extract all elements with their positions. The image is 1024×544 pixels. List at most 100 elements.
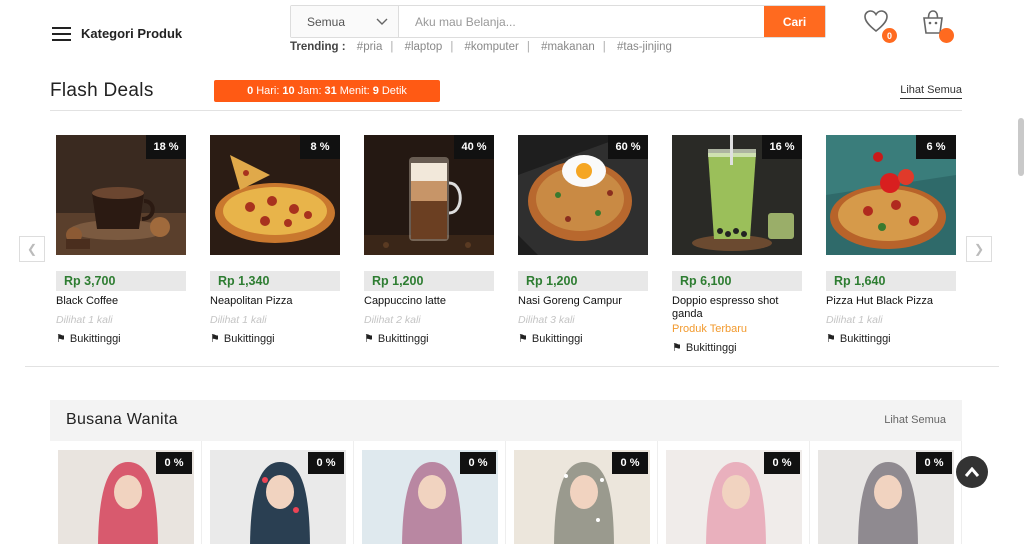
new-product-tag: Produk Terbaru (672, 323, 748, 335)
product-price: Rp 3,700 (56, 271, 186, 291)
wishlist-count-badge: 0 (882, 28, 897, 43)
product-image[interactable]: 60 % (518, 135, 648, 255)
busana-wanita-title: Busana Wanita (66, 411, 178, 428)
countdown-minutes: 31 (324, 85, 337, 97)
category-menu-label: Kategori Produk (81, 26, 183, 41)
busana-wanita-header: Busana Wanita Lihat Semua (50, 400, 962, 441)
trending-tag[interactable]: #tas-jinjing (617, 41, 672, 53)
countdown-hours-label: Jam: (297, 85, 322, 97)
product-card[interactable]: 16 % Rp 6,100 Doppio espresso shot ganda… (672, 135, 802, 354)
flash-deals-countdown: 0 Hari: 10 Jam: 31 Menit: 9 Detik (214, 80, 440, 102)
trending-tag[interactable]: #makanan (541, 41, 595, 53)
wishlist-button[interactable]: 0 (863, 9, 897, 43)
map-marker-icon: ⚑ (826, 333, 836, 345)
product-price: Rp 1,340 (210, 271, 340, 291)
cart-count-badge (939, 28, 954, 43)
chevron-up-icon (965, 467, 979, 477)
product-image[interactable]: 8 % (210, 135, 340, 255)
busana-product-card[interactable]: 0 % (50, 441, 202, 544)
product-location-label: Bukittinggi (531, 332, 583, 345)
product-card[interactable]: 6 % Rp 1,640 Pizza Hut Black Pizza Dilih… (826, 135, 956, 345)
cart-button[interactable] (920, 9, 954, 43)
busana-wanita-see-all-link[interactable]: Lihat Semua (884, 414, 946, 426)
product-name[interactable]: Nasi Goreng Campur (518, 295, 648, 308)
busana-product-card[interactable]: 0 % (202, 441, 354, 544)
discount-badge: 0 % (612, 452, 648, 474)
product-views: Dilihat 1 kali (56, 314, 113, 326)
product-card[interactable]: 18 % Rp 3,700 Black Coffee Dilihat 1 kal… (56, 135, 186, 345)
search-input[interactable] (399, 6, 764, 37)
product-image[interactable]: 18 % (56, 135, 186, 255)
busana-product-card[interactable]: 0 % (506, 441, 658, 544)
scroll-to-top-button[interactable] (956, 456, 988, 488)
product-name[interactable]: Black Coffee (56, 295, 186, 308)
product-views: Dilihat 3 kali (518, 314, 575, 326)
countdown-seconds: 9 (372, 85, 379, 97)
discount-badge: 18 % (146, 135, 186, 159)
carousel-prev-button[interactable]: ❮ (19, 236, 45, 262)
trending-tag[interactable]: #komputer (465, 41, 519, 53)
search-category-select[interactable]: Semua (291, 6, 399, 37)
map-marker-icon: ⚑ (56, 333, 66, 345)
product-location: ⚑ Bukittinggi (210, 332, 340, 346)
page-scrollbar[interactable] (1018, 118, 1024, 176)
trending-tag[interactable]: #pria (357, 41, 383, 53)
busana-product-card[interactable]: 0 % (658, 441, 810, 544)
product-image[interactable]: 0 % (514, 450, 650, 544)
category-menu-button[interactable]: Kategori Produk (52, 26, 182, 41)
product-image[interactable]: 0 % (210, 450, 346, 544)
product-views: Dilihat 1 kali (210, 314, 267, 326)
product-image[interactable]: 0 % (818, 450, 954, 544)
hamburger-icon (52, 26, 71, 41)
product-card[interactable]: 8 % Rp 1,340 Neapolitan Pizza Dilihat 1 … (210, 135, 340, 345)
product-price: Rp 1,200 (518, 271, 648, 291)
product-image[interactable]: 0 % (362, 450, 498, 544)
product-price: Rp 1,640 (826, 271, 956, 291)
busana-product-card[interactable]: 0 % (354, 441, 506, 544)
product-card[interactable]: 60 % Rp 1,200 Nasi Goreng Campur Dilihat… (518, 135, 648, 345)
product-location: ⚑ Bukittinggi (56, 332, 186, 346)
discount-badge: 0 % (460, 452, 496, 474)
product-image[interactable]: 40 % (364, 135, 494, 255)
discount-badge: 16 % (762, 135, 802, 159)
product-location: ⚑ Bukittinggi (364, 332, 494, 346)
chevron-down-icon (376, 18, 388, 25)
flash-deals-title: Flash Deals (50, 80, 154, 101)
product-price: Rp 1,200 (364, 271, 494, 291)
map-marker-icon: ⚑ (364, 333, 374, 345)
product-name[interactable]: Cappuccino latte (364, 295, 494, 308)
discount-badge: 60 % (608, 135, 648, 159)
search-bar: Semua Cari (290, 5, 826, 38)
product-views: Dilihat 1 kali (826, 314, 883, 326)
discount-badge: 0 % (764, 452, 800, 474)
product-location-label: Bukittinggi (69, 332, 121, 345)
product-card[interactable]: 40 % Rp 1,200 Cappuccino latte Dilihat 2… (364, 135, 494, 345)
discount-badge: 8 % (300, 135, 340, 159)
discount-badge: 40 % (454, 135, 494, 159)
discount-badge: 0 % (156, 452, 192, 474)
product-image[interactable]: 6 % (826, 135, 956, 255)
flash-deals-see-all-link[interactable]: Lihat Semua (900, 84, 962, 99)
product-name[interactable]: Pizza Hut Black Pizza (826, 295, 956, 308)
discount-badge: 0 % (916, 452, 952, 474)
section-divider (25, 366, 999, 367)
divider (50, 110, 962, 111)
product-location: ⚑ Bukittinggi (826, 332, 956, 346)
trending-tags: Trending : #pria | #laptop | #komputer | #m… (290, 41, 672, 53)
product-image[interactable]: 16 % (672, 135, 802, 255)
search-button[interactable]: Cari (764, 6, 825, 37)
chevron-left-icon: ❮ (26, 242, 38, 256)
product-name[interactable]: Doppio espresso shot ganda (672, 295, 802, 321)
countdown-minutes-label: Menit: (339, 85, 370, 97)
map-marker-icon: ⚑ (210, 333, 220, 345)
busana-product-card[interactable]: 0 % (810, 441, 962, 544)
carousel-next-button[interactable]: ❯ (966, 236, 992, 262)
product-location-label: Bukittinggi (223, 332, 275, 345)
product-image[interactable]: 0 % (58, 450, 194, 544)
discount-badge: 6 % (916, 135, 956, 159)
product-location-label: Bukittinggi (839, 332, 891, 345)
product-name[interactable]: Neapolitan Pizza (210, 295, 340, 308)
countdown-seconds-label: Detik (381, 85, 407, 97)
product-image[interactable]: 0 % (666, 450, 802, 544)
trending-tag[interactable]: #laptop (405, 41, 443, 53)
